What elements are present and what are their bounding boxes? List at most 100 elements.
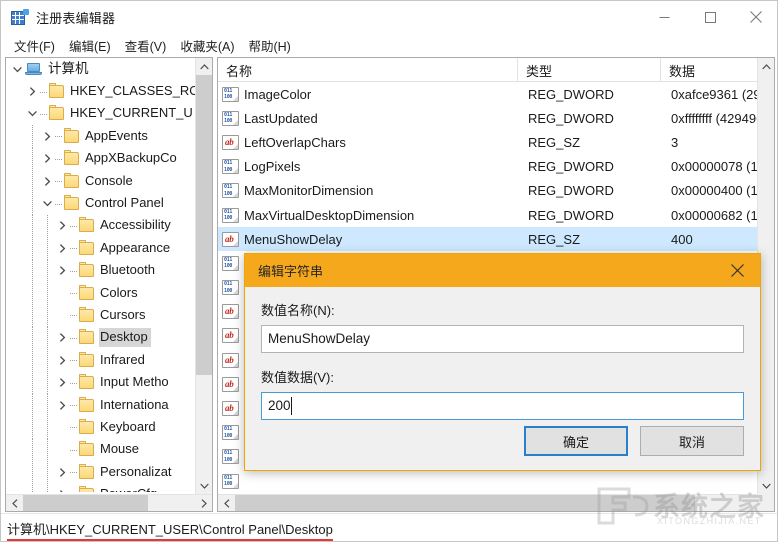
folder-icon (64, 197, 79, 210)
list-scroll-left-icon[interactable] (218, 495, 235, 512)
menu-file[interactable]: 文件(F) (7, 34, 62, 57)
tree-indent-guide (10, 237, 25, 259)
tree-scroll-thumb[interactable] (196, 75, 213, 375)
cancel-button[interactable]: 取消 (640, 426, 744, 456)
chevron-right-icon[interactable] (55, 327, 70, 349)
tree-indent-guide (25, 439, 40, 461)
tree-indent-guide (25, 461, 40, 483)
tree-vertical-scrollbar[interactable] (195, 58, 212, 494)
registry-value-row[interactable]: 011100LastUpdatedREG_DWORD0xffffffff (42… (218, 106, 757, 130)
chevron-right-icon[interactable] (55, 461, 70, 483)
chevron-down-icon[interactable] (25, 103, 40, 125)
tree-node-appxbackupco[interactable]: AppXBackupCo (6, 148, 196, 170)
value-name-input[interactable]: MenuShowDelay (261, 325, 744, 353)
chevron-right-icon[interactable] (40, 170, 55, 192)
scroll-up-icon[interactable] (196, 58, 213, 75)
registry-value-row[interactable]: 011100MaxMonitorDimensionREG_DWORD0x0000… (218, 179, 757, 203)
tree-node-label: Control Panel (84, 194, 167, 213)
list-horizontal-scrollbar[interactable] (218, 494, 774, 511)
tree-node-mouse[interactable]: Mouse (6, 439, 196, 461)
menu-help[interactable]: 帮助(H) (241, 34, 297, 57)
tree-node-control-panel[interactable]: Control Panel (6, 192, 196, 214)
tree-node-infrared[interactable]: Infrared (6, 349, 196, 371)
registry-value-row[interactable]: abMenuShowDelayREG_SZ400 (218, 227, 757, 251)
tree-connector (70, 416, 79, 438)
registry-value-row[interactable]: 011100ImageColorREG_DWORD0xafce9361 (294 (218, 82, 757, 106)
tree-node-input-metho[interactable]: Input Metho (6, 371, 196, 393)
registry-value-row[interactable]: abLeftOverlapCharsREG_SZ3 (218, 130, 757, 154)
chevron-right-icon[interactable] (55, 349, 70, 371)
folder-icon (79, 376, 94, 389)
chevron-right-icon[interactable] (55, 237, 70, 259)
tree-indent-guide (10, 215, 25, 237)
tree-node-appearance[interactable]: Appearance (6, 237, 196, 259)
value-data-input[interactable]: 200 (261, 392, 744, 420)
tree-indent-guide (10, 192, 25, 214)
chevron-right-icon[interactable] (25, 81, 40, 103)
menu-favorites[interactable]: 收藏夹(A) (173, 34, 241, 57)
tree-node-hkey-classes-ro[interactable]: HKEY_CLASSES_RO (6, 80, 196, 102)
registry-editor-icon (11, 9, 28, 26)
tree-node-[interactable]: 计算机 (6, 58, 196, 80)
window-title: 注册表编辑器 (36, 8, 115, 27)
tree-node-console[interactable]: Console (6, 170, 196, 192)
close-button[interactable] (733, 1, 778, 33)
dialog-close-icon[interactable] (715, 254, 760, 287)
maximize-button[interactable] (687, 1, 733, 33)
registry-tree[interactable]: 计算机HKEY_CLASSES_ROHKEY_CURRENT_UAppEvent… (6, 58, 196, 492)
tree-node-accessibility[interactable]: Accessibility (6, 215, 196, 237)
tree-indent-guide (40, 439, 55, 461)
chevron-right-icon[interactable] (55, 394, 70, 416)
minimize-button[interactable] (641, 1, 687, 33)
tree-horizontal-scrollbar[interactable] (6, 494, 212, 511)
tree-node-personalizat[interactable]: Personalizat (6, 461, 196, 483)
list-hscroll-thumb[interactable] (235, 495, 695, 512)
list-scroll-up-icon[interactable] (758, 58, 775, 75)
value-data-cell: 0x00000682 (16 (669, 208, 757, 223)
tree-node-bluetooth[interactable]: Bluetooth (6, 260, 196, 282)
list-header-row: 名称 类型 数据 (218, 58, 774, 82)
chevron-right-icon[interactable] (40, 148, 55, 170)
chevron-down-icon[interactable] (40, 193, 55, 215)
tree-node-appevents[interactable]: AppEvents (6, 125, 196, 147)
folder-icon (79, 488, 94, 492)
tree-node-keyboard[interactable]: Keyboard (6, 416, 196, 438)
ok-button[interactable]: 确定 (524, 426, 628, 456)
value-type-cell: REG_DWORD (526, 159, 669, 174)
string-value-icon: ab (222, 377, 239, 392)
registry-path-text: 计算机\HKEY_CURRENT_USER\Control Panel\Desk… (7, 519, 333, 541)
tree-node-cursors[interactable]: Cursors (6, 304, 196, 326)
chevron-right-icon[interactable] (55, 484, 70, 492)
registry-value-row[interactable]: 011100LogPixelsREG_DWORD0x00000078 (12 (218, 155, 757, 179)
chevron-right-icon[interactable] (55, 372, 70, 394)
scroll-right-icon[interactable] (195, 495, 212, 512)
tree-node-hkey-current-u[interactable]: HKEY_CURRENT_U (6, 103, 196, 125)
tree-connector (55, 148, 64, 170)
string-value-icon: ab (222, 135, 239, 150)
value-name-field-wrap: MenuShowDelay (261, 325, 744, 353)
scroll-down-icon[interactable] (196, 477, 213, 494)
tree-node-internationa[interactable]: Internationa (6, 394, 196, 416)
tree-indent-guide (10, 327, 25, 349)
column-header-name[interactable]: 名称 (218, 58, 518, 82)
column-header-data[interactable]: 数据 (661, 58, 759, 82)
chevron-right-icon[interactable] (40, 125, 55, 147)
dword-value-icon: 011100 (222, 425, 239, 440)
tree-connector (70, 372, 79, 394)
string-value-icon: ab (222, 232, 239, 247)
menu-edit[interactable]: 编辑(E) (62, 34, 118, 57)
tree-indent-guide (10, 483, 25, 492)
tree-node-powercfg[interactable]: PowerCfg (6, 483, 196, 492)
tree-node-desktop[interactable]: Desktop (6, 327, 196, 349)
tree-node-colors[interactable]: Colors (6, 282, 196, 304)
chevron-down-icon[interactable] (10, 58, 25, 80)
menu-view[interactable]: 查看(V) (118, 34, 174, 57)
registry-value-row[interactable]: 011100 (218, 469, 757, 493)
chevron-right-icon[interactable] (55, 260, 70, 282)
registry-value-row[interactable]: 011100MaxVirtualDesktopDimensionREG_DWOR… (218, 203, 757, 227)
tree-hscroll-thumb[interactable] (23, 495, 148, 512)
chevron-right-icon[interactable] (55, 215, 70, 237)
scroll-left-icon[interactable] (6, 495, 23, 512)
list-scroll-down-icon[interactable] (758, 477, 775, 494)
column-header-type[interactable]: 类型 (518, 58, 661, 82)
